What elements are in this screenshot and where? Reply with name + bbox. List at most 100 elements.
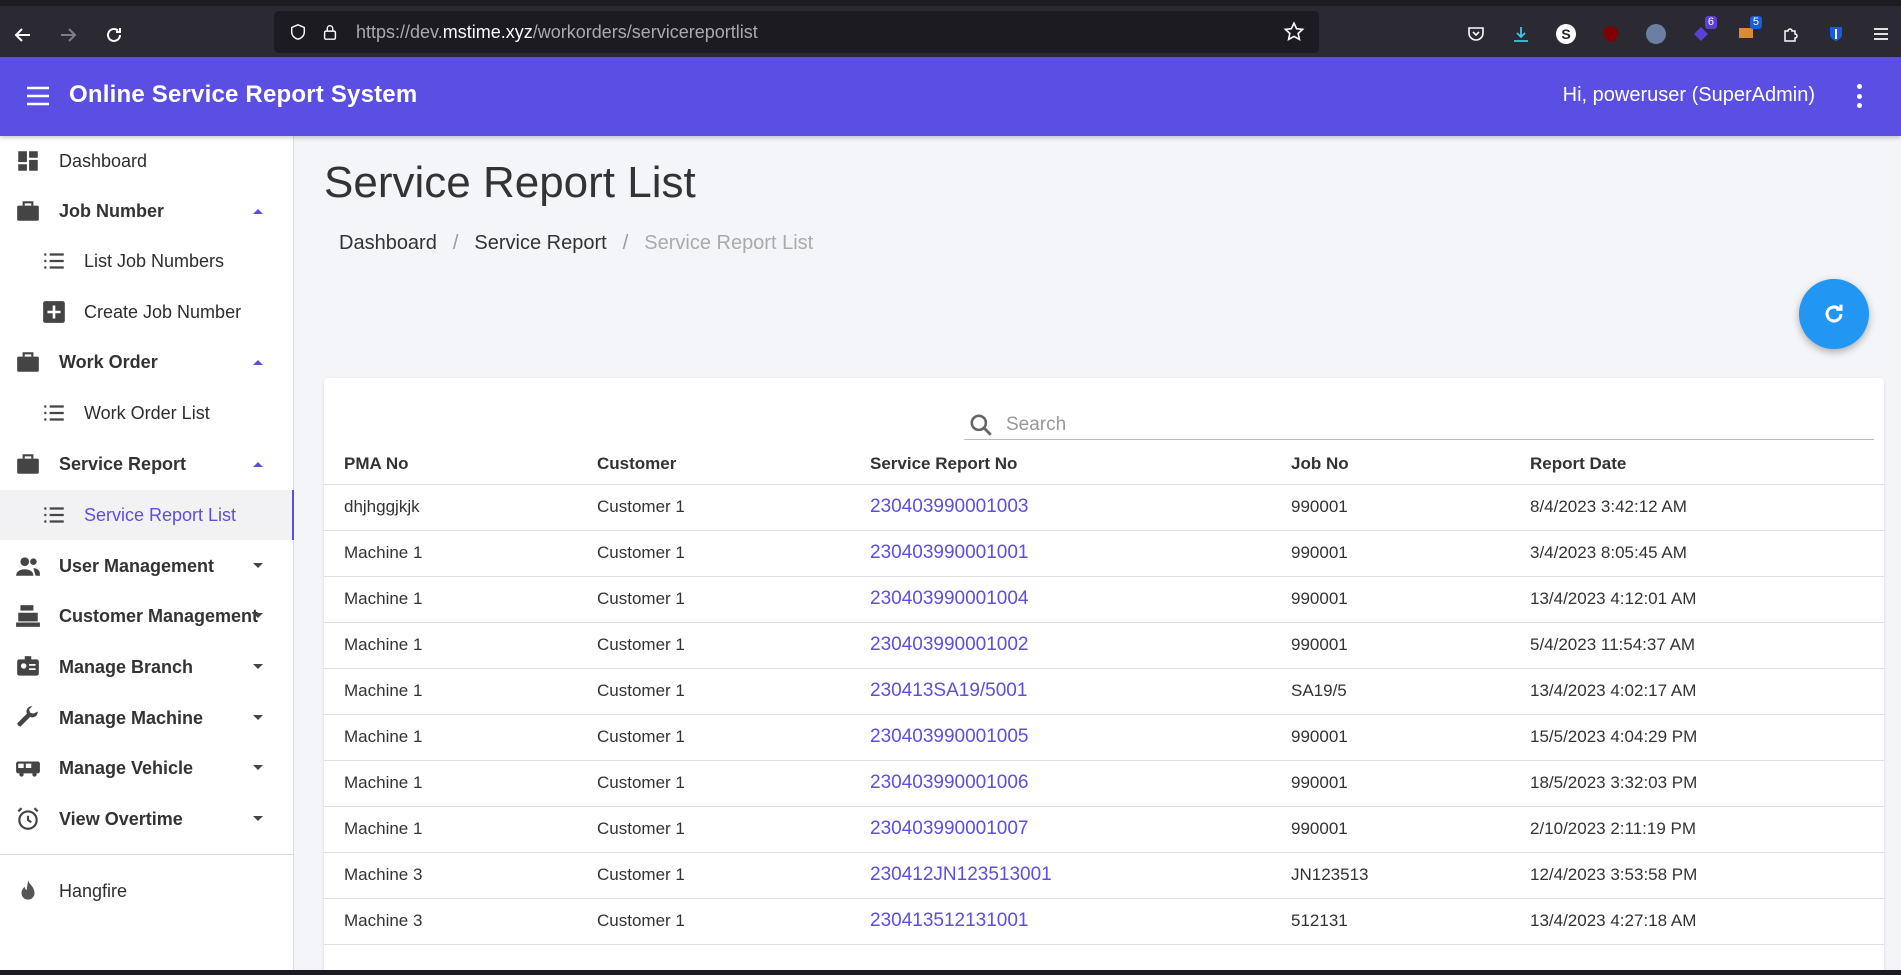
sidebar-group-service-report[interactable]: Service Report [0,441,294,487]
breadcrumb-service-report[interactable]: Service Report [474,232,606,255]
sidebar-item-label: Job Number [59,200,165,221]
lock-icon[interactable] [318,20,342,44]
cell-customer: Customer 1 [577,484,850,531]
column-header-customer[interactable]: Customer [577,444,850,485]
sidebar-group-view-overtime[interactable]: View Overtime [0,796,294,842]
back-arrow-icon[interactable] [6,18,40,52]
cell-service-report-link[interactable]: 230403990001001 [850,530,1271,577]
hamburger-menu-icon[interactable] [24,83,52,109]
caret-up-icon [253,360,263,365]
cell-customer: Customer 1 [577,714,850,761]
browser-toolbar: https://dev.mstime.xyz/workorders/servic… [0,0,1901,57]
column-header-service-report-no[interactable]: Service Report No [850,444,1271,485]
column-header-job-no[interactable]: Job No [1271,444,1510,485]
reload-icon[interactable] [97,18,131,52]
cell-service-report-link[interactable]: 230403990001002 [850,622,1271,669]
sidebar-group-customer-management[interactable]: Customer Management [0,593,294,639]
cell-report-date: 5/4/2023 11:54:37 AM [1510,622,1884,669]
caret-down-icon [253,613,263,618]
more-vertical-icon[interactable] [1855,81,1863,111]
cell-service-report-link[interactable]: 230412JN123513001 [850,852,1271,899]
cell-report-date: 18/5/2023 3:32:03 PM [1510,760,1884,807]
pocket-icon[interactable] [1460,18,1492,50]
table-row: dhjhggjkjk Customer 1 230403990001003 99… [324,484,1884,531]
url-text: https://dev.mstime.xyz/workorders/servic… [356,21,758,42]
sidebar-item-work-order-list[interactable]: Work Order List [0,390,294,436]
ublock-icon[interactable] [1595,18,1627,50]
bus-icon [14,754,42,782]
cell-pma-no: Machine 1 [324,668,577,715]
puzzle-icon[interactable] [1775,18,1807,50]
cell-service-report-link[interactable]: 230413SA19/5001 [850,668,1271,715]
app-menu-icon[interactable] [1865,18,1897,50]
cell-service-report-link[interactable]: 230403990001004 [850,576,1271,623]
cell-report-date: 2/10/2023 2:11:19 PM [1510,806,1884,853]
sidebar-group-job-number[interactable]: Job Number [0,188,294,234]
main-content: Service Report List Dashboard / Service … [294,136,1901,970]
cell-pma-no: Machine 1 [324,576,577,623]
presentation-extension-icon[interactable]: 5 [1730,16,1762,50]
sidebar-group-user-management[interactable]: User Management [0,543,294,589]
forward-arrow-icon[interactable] [51,18,85,52]
table-row: Machine 3 Customer 1 230412JN123513001 J… [324,852,1884,899]
s-extension-icon[interactable]: S [1550,18,1582,50]
table-row: Machine 3 Customer 1 230413512131001 512… [324,898,1884,945]
people-icon [14,552,42,580]
address-bar[interactable]: https://dev.mstime.xyz/workorders/servic… [274,11,1319,53]
sidebar-item-label: Hangfire [59,880,128,901]
search-input[interactable] [1006,412,1866,438]
column-header-report-date[interactable]: Report Date [1510,444,1884,485]
sidebar-item-service-report-list[interactable]: Service Report List [0,490,294,540]
alarm-clock-icon [14,805,42,833]
cell-customer: Customer 1 [577,898,850,945]
sidebar-item-label: Dashboard [59,150,148,171]
shield-icon[interactable] [286,20,310,44]
sidebar-group-manage-branch[interactable]: Manage Branch [0,644,294,690]
table-row: Machine 1 Customer 1 230403990001002 990… [324,622,1884,669]
caret-down-icon [253,715,263,720]
refresh-button[interactable] [1799,279,1869,349]
sidebar-group-work-order[interactable]: Work Order [0,339,294,385]
cell-service-report-link[interactable]: 230413512131001 [850,898,1271,945]
bitwarden-icon[interactable] [1820,18,1852,50]
sidebar-item-label: Service Report List [84,504,237,525]
cell-service-report-link[interactable]: 230403990001005 [850,714,1271,761]
sidebar-group-manage-vehicle[interactable]: Manage Vehicle [0,745,294,791]
sidebar-item-label: Manage Branch [59,656,194,677]
sidebar-item-dashboard[interactable]: Dashboard [0,138,294,184]
sidebar-item-list-job-numbers[interactable]: List Job Numbers [0,238,294,284]
bookmark-star-icon[interactable] [1283,21,1305,43]
column-header-pma-no[interactable]: PMA No [324,444,577,485]
cell-service-report-link[interactable]: 230403990001003 [850,484,1271,531]
download-icon[interactable] [1505,18,1537,50]
cell-pma-no: Machine 3 [324,898,577,945]
cell-pma-no: Machine 1 [324,760,577,807]
cell-report-date: 8/4/2023 3:42:12 AM [1510,484,1884,531]
cell-service-report-link[interactable]: 230403990001007 [850,806,1271,853]
cell-job-no: SA19/5 [1271,668,1510,715]
user-greeting[interactable]: Hi, poweruser (SuperAdmin) [1563,84,1815,107]
breadcrumb-dashboard[interactable]: Dashboard [339,232,437,255]
cell-service-report-link[interactable]: 230403990001006 [850,760,1271,807]
briefcase-icon [14,197,42,225]
cell-pma-no: dhjhggjkjk [324,484,577,531]
sidebar-item-create-job-number[interactable]: Create Job Number [0,289,294,335]
add-box-icon [40,298,68,326]
sidebar-item-hangfire[interactable]: Hangfire [0,868,294,914]
list-icon [40,399,68,427]
cell-customer: Customer 1 [577,668,850,715]
sidebar-group-manage-machine[interactable]: Manage Machine [0,695,294,741]
id-badge-icon [14,653,42,681]
cell-job-no: 512131 [1271,898,1510,945]
cursor-extension-icon[interactable] [1640,18,1672,50]
cell-job-no: 990001 [1271,714,1510,761]
caret-down-icon [253,664,263,669]
breadcrumb: Dashboard / Service Report / Service Rep… [339,232,813,255]
app-title: Online Service Report System [69,81,418,108]
extension-badge-icon[interactable]: 6 [1685,16,1717,50]
sidebar-item-label: Customer Management [59,605,259,626]
breadcrumb-separator: / [622,232,629,254]
sidebar-item-label: Work Order [59,351,158,372]
table-row: Machine 1 Customer 1 230403990001005 990… [324,714,1884,761]
list-icon [40,247,68,275]
